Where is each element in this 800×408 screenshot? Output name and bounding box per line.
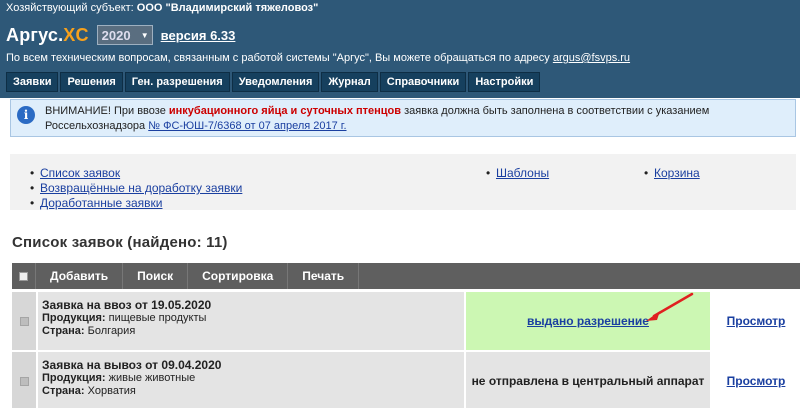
- product-label: Продукция:: [42, 372, 106, 384]
- country-label: Страна:: [42, 385, 85, 397]
- version-link[interactable]: версия 6.33: [161, 28, 236, 43]
- tab-decisions[interactable]: Решения: [60, 72, 123, 92]
- app-header: Хозяйствующий субъект: ООО "Владимирский…: [0, 0, 800, 98]
- notice-order-link[interactable]: № ФС-ЮШ-7/6368 от 07 апреля 2017 г.: [148, 120, 346, 132]
- subject-value: ООО "Владимирский тяжеловоз": [136, 2, 319, 14]
- link-returned-requests[interactable]: Возвращённые на доработку заявки: [40, 181, 242, 195]
- main-nav: Заявки Решения Ген. разрешения Уведомлен…: [6, 72, 542, 92]
- row-product: Продукция: живые животные: [42, 372, 460, 385]
- row-title: Заявка на ввоз от 19.05.2020: [42, 298, 212, 312]
- support-line: По всем техническим вопросам, связанным …: [6, 52, 630, 64]
- search-button[interactable]: Поиск: [123, 263, 189, 289]
- title-row: Аргус.XC 2020 ▼ версия 6.33: [6, 24, 235, 46]
- row-description: Заявка на ввоз от 19.05.2020 Продукция: …: [38, 292, 464, 350]
- link-templates[interactable]: Шаблоны: [496, 166, 549, 180]
- notice-highlight: инкубационного яйца и суточных птенцов: [168, 105, 402, 117]
- tab-journal[interactable]: Журнал: [321, 72, 378, 92]
- tab-directories[interactable]: Справочники: [379, 72, 467, 92]
- row-country: Страна: Болгария: [42, 325, 460, 338]
- view-link[interactable]: Просмотр: [727, 314, 786, 328]
- list-toolbar: Добавить Поиск Сортировка Печать: [12, 263, 800, 289]
- annotation-arrow-icon: [646, 292, 694, 321]
- links-column-main: Список заявок Возвращённые на доработку …: [20, 166, 242, 211]
- support-text: По всем техническим вопросам, связанным …: [6, 52, 550, 64]
- links-column-trash: Корзина: [634, 166, 700, 181]
- row-select-cell: [12, 352, 36, 408]
- product-value: пищевые продукты: [108, 312, 207, 324]
- status-text: не отправлена в центральный аппарат: [471, 374, 705, 388]
- print-button[interactable]: Печать: [288, 263, 360, 289]
- view-link[interactable]: Просмотр: [727, 374, 786, 388]
- notice-prefix: ВНИМАНИЕ! При ввозе: [45, 105, 166, 117]
- list-item: Доработанные заявки: [20, 196, 242, 211]
- select-all-cell: [12, 263, 36, 289]
- select-all-checkbox[interactable]: [19, 271, 28, 281]
- row-view-cell: Просмотр: [712, 292, 800, 350]
- notice-banner: i ВНИМАНИЕ! При ввозе инкубационного яйц…: [10, 99, 796, 137]
- tab-general-permits[interactable]: Ген. разрешения: [124, 72, 230, 92]
- row-checkbox[interactable]: [19, 376, 29, 386]
- tab-notifications[interactable]: Уведомления: [231, 72, 320, 92]
- table-row: Заявка на вывоз от 09.04.2020 Продукция:…: [12, 352, 800, 408]
- list-item: Возвращённые на доработку заявки: [20, 181, 242, 196]
- support-email-link[interactable]: argus@fsvps.ru: [553, 52, 630, 64]
- country-value: Хорватия: [87, 385, 136, 397]
- row-description: Заявка на вывоз от 09.04.2020 Продукция:…: [38, 352, 464, 408]
- row-product: Продукция: пищевые продукты: [42, 312, 460, 325]
- row-select-cell: [12, 292, 36, 350]
- row-title: Заявка на вывоз от 09.04.2020: [42, 358, 222, 372]
- row-status-cell: не отправлена в центральный аппарат: [466, 352, 710, 408]
- row-view-cell: Просмотр: [712, 352, 800, 408]
- product-label: Продукция:: [42, 312, 106, 324]
- product-value: живые животные: [108, 372, 196, 384]
- tab-settings[interactable]: Настройки: [468, 72, 541, 92]
- list-item: Корзина: [634, 166, 700, 181]
- status-permit-issued-link[interactable]: выдано разрешение: [527, 314, 649, 328]
- info-icon: i: [17, 106, 35, 124]
- sort-button[interactable]: Сортировка: [188, 263, 289, 289]
- subject-label: Хозяйствующий субъект:: [6, 2, 134, 14]
- logo-main: Аргус.: [6, 24, 64, 45]
- app-logo: Аргус.XC: [6, 25, 89, 46]
- page-title: Список заявок (найдено: 11): [12, 234, 228, 251]
- link-revised-requests[interactable]: Доработанные заявки: [40, 196, 163, 210]
- add-button[interactable]: Добавить: [36, 263, 124, 289]
- year-value: 2020: [101, 27, 131, 43]
- tab-requests[interactable]: Заявки: [6, 72, 59, 92]
- list-item: Список заявок: [20, 166, 242, 181]
- links-column-templates: Шаблоны: [476, 166, 549, 181]
- row-checkbox[interactable]: [19, 316, 29, 326]
- logo-accent: XC: [63, 24, 89, 45]
- link-request-list[interactable]: Список заявок: [40, 166, 120, 180]
- chevron-down-icon: ▼: [140, 30, 149, 40]
- notice-text: ВНИМАНИЕ! При ввозе инкубационного яйца …: [45, 104, 789, 132]
- year-select[interactable]: 2020 ▼: [96, 25, 153, 45]
- list-item: Шаблоны: [476, 166, 549, 181]
- quick-links-panel: Список заявок Возвращённые на доработку …: [10, 154, 796, 211]
- link-trash[interactable]: Корзина: [654, 166, 700, 180]
- country-value: Болгария: [87, 325, 136, 337]
- country-label: Страна:: [42, 325, 85, 337]
- subject-bar: Хозяйствующий субъект: ООО "Владимирский…: [0, 0, 800, 18]
- row-country: Страна: Хорватия: [42, 385, 460, 398]
